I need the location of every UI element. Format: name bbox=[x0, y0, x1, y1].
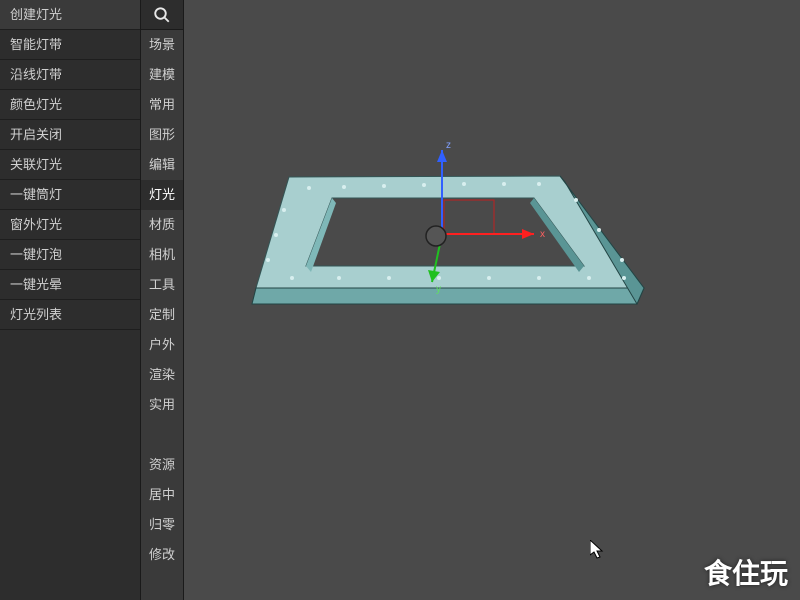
tool-item[interactable]: 创建灯光 bbox=[0, 0, 140, 30]
cat-outdoor[interactable]: 户外 bbox=[141, 330, 183, 360]
tool-item[interactable]: 沿线灯带 bbox=[0, 60, 140, 90]
ceiling-frame-front bbox=[252, 288, 644, 304]
cat-custom[interactable]: 定制 bbox=[141, 300, 183, 330]
cat-model[interactable]: 建模 bbox=[141, 60, 183, 90]
axis-z-label: z bbox=[446, 140, 451, 151]
cat-camera[interactable]: 相机 bbox=[141, 240, 183, 270]
tool-item[interactable]: 颜色灯光 bbox=[0, 90, 140, 120]
search-button[interactable] bbox=[141, 0, 183, 30]
viewport-3d[interactable]: x y z bbox=[184, 0, 800, 600]
tool-item[interactable]: 灯光列表 bbox=[0, 300, 140, 330]
cat-material[interactable]: 材质 bbox=[141, 210, 183, 240]
cat-common[interactable]: 常用 bbox=[141, 90, 183, 120]
tool-item[interactable]: 开启关闭 bbox=[0, 120, 140, 150]
cat-scene[interactable]: 场景 bbox=[141, 30, 183, 60]
tool-list-panel: 创建灯光 智能灯带 沿线灯带 颜色灯光 开启关闭 关联灯光 一键筒灯 窗外灯光 … bbox=[0, 0, 140, 600]
cat-util[interactable]: 实用 bbox=[141, 390, 183, 420]
cat-modify[interactable]: 修改 bbox=[141, 540, 183, 570]
tool-item[interactable]: 关联灯光 bbox=[0, 150, 140, 180]
category-panel: 场景 建模 常用 图形 编辑 灯光 材质 相机 工具 定制 户外 渲染 实用 资… bbox=[140, 0, 184, 600]
tool-item[interactable]: 一键光晕 bbox=[0, 270, 140, 300]
cat-shape[interactable]: 图形 bbox=[141, 120, 183, 150]
tool-item[interactable]: 智能灯带 bbox=[0, 30, 140, 60]
search-icon bbox=[153, 6, 171, 24]
cat-gap bbox=[141, 420, 183, 450]
tool-item[interactable]: 窗外灯光 bbox=[0, 210, 140, 240]
cat-center[interactable]: 居中 bbox=[141, 480, 183, 510]
cat-resource[interactable]: 资源 bbox=[141, 450, 183, 480]
cat-render[interactable]: 渲染 bbox=[141, 360, 183, 390]
cat-edit[interactable]: 编辑 bbox=[141, 150, 183, 180]
tool-item[interactable]: 一键灯泡 bbox=[0, 240, 140, 270]
axis-y-label: y bbox=[436, 284, 441, 295]
tool-item[interactable]: 一键筒灯 bbox=[0, 180, 140, 210]
cat-tool[interactable]: 工具 bbox=[141, 270, 183, 300]
cat-zero[interactable]: 归零 bbox=[141, 510, 183, 540]
scene-canvas: x y z bbox=[184, 0, 800, 600]
watermark-text: 食住玩 bbox=[704, 552, 788, 592]
axis-x-label: x bbox=[540, 229, 545, 240]
cat-light[interactable]: 灯光 bbox=[141, 180, 183, 210]
